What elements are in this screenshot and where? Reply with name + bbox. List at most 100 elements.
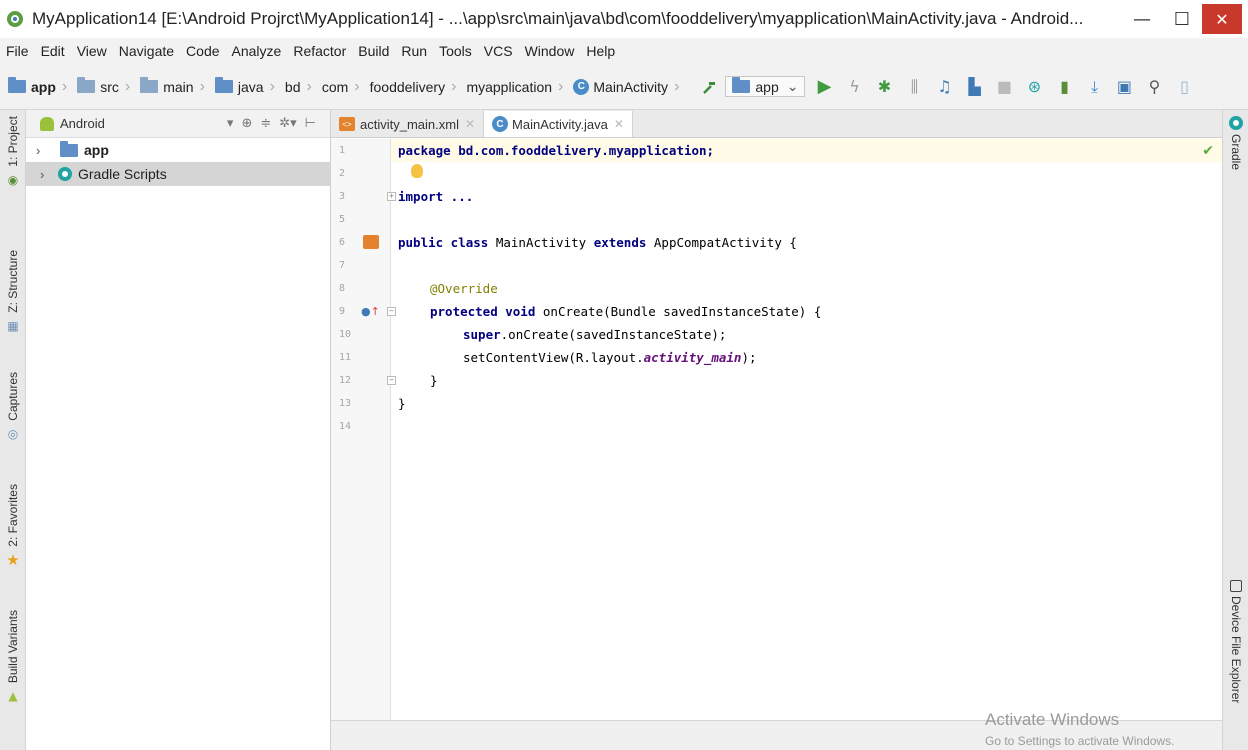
tab-label: Build Variants (6, 610, 20, 684)
stop-icon[interactable]: ■ (993, 76, 1015, 98)
minimize-button[interactable]: — (1122, 4, 1162, 34)
menu-vcs[interactable]: VCS (484, 43, 513, 59)
tree-item-label: app (84, 142, 109, 158)
breadcrumb-app[interactable]: app › (8, 77, 73, 96)
code-line: 2 (331, 162, 1222, 185)
project-structure-icon[interactable]: ▣ (1113, 76, 1135, 98)
coverage-icon[interactable]: ▙ (963, 76, 985, 98)
menu-view[interactable]: View (77, 43, 107, 59)
menu-edit[interactable]: Edit (41, 43, 65, 59)
code-token: } (398, 396, 406, 411)
code-text: public class MainActivity extends AppCom… (398, 235, 797, 250)
breadcrumb-label: src (100, 78, 119, 95)
close-tab-icon[interactable]: ✕ (465, 117, 475, 131)
tab-label: Device File Explorer (1229, 596, 1243, 704)
sdk-manager-icon[interactable]: ⤓ (1083, 76, 1105, 98)
tab-project[interactable]: 1: Project ◉ (0, 116, 26, 187)
close-tab-icon[interactable]: ✕ (614, 117, 624, 131)
fold-expand-icon[interactable]: + (387, 192, 396, 201)
search-icon[interactable]: ⚲ (1143, 76, 1165, 98)
apply-changes-icon[interactable]: ϟ (843, 76, 865, 98)
menu-analyze[interactable]: Analyze (232, 43, 282, 59)
tab-build-variants[interactable]: Build Variants ▲ (0, 610, 26, 703)
scroll-from-source-icon[interactable]: ⊕ (241, 116, 252, 131)
attach-debugger-icon[interactable]: ♫ (933, 76, 955, 98)
breadcrumb-bd[interactable]: bd › (285, 78, 318, 96)
code-text: super.onCreate(savedInstanceState); (463, 327, 726, 342)
code-token: protected void (430, 304, 543, 319)
watermark-subtitle: Go to Settings to activate Windows. (985, 734, 1175, 748)
menu-navigate[interactable]: Navigate (119, 43, 174, 59)
code-line: 10 super.onCreate(savedInstanceState); (331, 323, 1222, 346)
settings-gear-icon[interactable]: ✲▾ (279, 116, 296, 131)
avd-manager-icon[interactable]: ▮ (1053, 76, 1075, 98)
breadcrumb-label: java (237, 78, 264, 95)
maximize-button[interactable]: ☐ (1162, 4, 1202, 34)
menu-refactor[interactable]: Refactor (293, 43, 346, 59)
code-text: import ... (398, 189, 473, 204)
tab-gradle[interactable]: Gradle (1229, 116, 1243, 170)
sync-gradle-icon[interactable]: ⊛ (1023, 76, 1045, 98)
menu-bar: File Edit View Navigate Code Analyze Ref… (0, 38, 1248, 64)
code-token: } (430, 373, 438, 388)
line-number: 12 (339, 375, 352, 386)
menu-file[interactable]: File (6, 43, 29, 59)
hide-panel-icon[interactable]: ⊢ (305, 116, 316, 131)
code-area[interactable]: ✔ 1 package bd.com.fooddelivery.myapplic… (331, 139, 1222, 720)
breadcrumb-label: com (321, 78, 349, 95)
module-folder-icon (732, 77, 751, 93)
tab-favorites[interactable]: 2: Favorites ★ (0, 484, 26, 569)
code-text: setContentView(R.layout.activity_main); (463, 350, 757, 365)
collapse-all-icon[interactable]: ≑ (260, 116, 271, 131)
menu-build[interactable]: Build (358, 43, 389, 59)
intention-lightbulb-icon[interactable] (411, 164, 423, 178)
line-number: 3 (339, 191, 346, 202)
line-number: 10 (339, 329, 352, 340)
run-play-icon[interactable]: ▶ (813, 76, 835, 98)
gradle-icon (1229, 116, 1243, 130)
menu-run[interactable]: Run (401, 43, 427, 59)
tab-structure[interactable]: Z: Structure ▦ (0, 250, 26, 333)
debug-bug-icon[interactable]: ✱ (873, 76, 895, 98)
breadcrumb-label: MainActivity (593, 78, 669, 95)
fold-end-icon[interactable]: − (387, 376, 396, 385)
window-title: MyApplication14 [E:\Android Projrct\MyAp… (32, 9, 1084, 28)
run-config-selector[interactable]: app ⌄ (725, 76, 806, 97)
breadcrumb-myapplication[interactable]: myapplication › (466, 78, 569, 96)
line-number: 9 (339, 306, 346, 317)
fold-collapse-icon[interactable]: − (387, 307, 396, 316)
tab-label: Captures (6, 372, 20, 421)
make-project-hammer-icon[interactable] (699, 76, 721, 98)
tab-mainactivity-java[interactable]: C MainActivity.java ✕ (484, 111, 633, 137)
breadcrumb-src[interactable]: src › (77, 77, 136, 96)
menu-code[interactable]: Code (186, 43, 219, 59)
breadcrumb-mainactivity[interactable]: C MainActivity › (573, 78, 685, 96)
tab-label: 2: Favorites (6, 484, 20, 547)
annotation-token: @Override (430, 281, 498, 296)
menu-help[interactable]: Help (586, 43, 615, 59)
tree-item-label: Gradle Scripts (78, 166, 167, 182)
breadcrumb-main[interactable]: main › (140, 77, 211, 96)
breadcrumb-java[interactable]: java › (214, 77, 281, 96)
project-panel-tools: ▾ ⊕ ≑ ✲▾ ⊢ (227, 116, 316, 131)
menu-window[interactable]: Window (525, 43, 575, 59)
tree-item-app[interactable]: › app (26, 138, 330, 162)
breadcrumb-fooddelivery[interactable]: fooddelivery › (370, 78, 463, 96)
profile-icon[interactable]: ⫼ (903, 76, 925, 98)
view-mode-chevron-down-icon[interactable]: ▾ (227, 116, 234, 131)
code-line: 7 (331, 254, 1222, 277)
override-method-icon[interactable]: ●↑ (361, 305, 380, 318)
breadcrumb-com[interactable]: com › (322, 78, 366, 96)
star-icon: ★ (6, 550, 20, 569)
layout-inspector-icon[interactable]: ▯ (1173, 76, 1195, 98)
tab-device-file-explorer[interactable]: Device File Explorer (1229, 580, 1243, 703)
tree-item-gradle-scripts[interactable]: › Gradle Scripts (26, 162, 330, 186)
menu-tools[interactable]: Tools (439, 43, 472, 59)
project-view-mode[interactable]: Android (60, 116, 227, 131)
tab-activity-main-xml[interactable]: <> activity_main.xml ✕ (331, 111, 485, 137)
related-layout-file-icon[interactable] (363, 235, 379, 249)
tab-captures[interactable]: Captures ◎ (0, 372, 26, 441)
close-button[interactable]: ✕ (1202, 4, 1242, 34)
structure-icon: ▦ (7, 318, 19, 333)
project-panel-header: Android ▾ ⊕ ≑ ✲▾ ⊢ (26, 110, 330, 138)
